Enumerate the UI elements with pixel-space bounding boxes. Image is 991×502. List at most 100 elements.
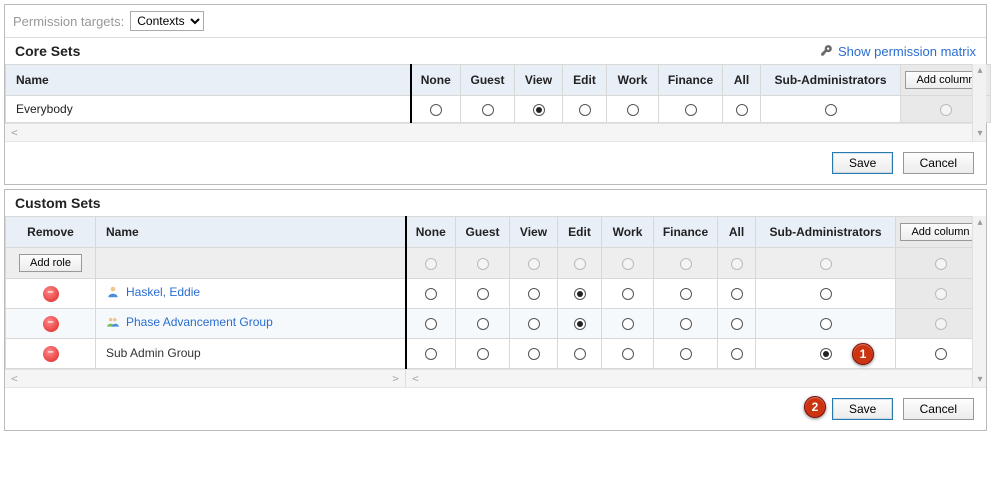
entity-link[interactable]: Haskel, Eddie xyxy=(106,285,200,299)
column-header-edit: Edit xyxy=(558,217,602,248)
radio-finance[interactable] xyxy=(680,288,692,300)
permission-targets-bar: Permission targets: Contexts xyxy=(5,5,986,38)
nav-left-icon: < xyxy=(11,372,18,385)
column-header-guest: Guest xyxy=(456,217,510,248)
radio-work[interactable] xyxy=(622,288,634,300)
radio-none[interactable] xyxy=(430,104,442,116)
column-header-name: Name xyxy=(96,217,406,248)
radio xyxy=(425,258,437,270)
core-save-button[interactable]: Save xyxy=(832,152,893,174)
custom-panel: Custom Sets ▴ ▾ Remove Name None Guest V… xyxy=(4,189,987,431)
custom-save-button[interactable]: Save xyxy=(832,398,893,420)
radio-all[interactable] xyxy=(731,318,743,330)
user-icon xyxy=(106,285,120,299)
core-row-name: Everybody xyxy=(6,96,411,123)
column-header-none: None xyxy=(411,65,461,96)
radio-sub[interactable] xyxy=(825,104,837,116)
radio-guest[interactable] xyxy=(477,318,489,330)
custom-button-row: 2 Save Cancel xyxy=(5,387,986,430)
core-grid: ▴ ▾ Name None Guest View Edit Work Finan… xyxy=(5,64,986,141)
remove-icon[interactable] xyxy=(43,286,59,302)
core-horizontal-nav[interactable]: < > xyxy=(5,123,986,141)
column-header-finance: Finance xyxy=(659,65,723,96)
core-button-row: Save Cancel xyxy=(5,141,986,184)
column-header-view: View xyxy=(515,65,563,96)
core-cancel-button[interactable]: Cancel xyxy=(903,152,974,174)
column-header-work: Work xyxy=(602,217,654,248)
radio-sub[interactable] xyxy=(820,348,832,360)
custom-sets-title: Custom Sets xyxy=(15,195,101,211)
column-header-all: All xyxy=(718,217,756,248)
radio xyxy=(820,258,832,270)
radio-guest[interactable] xyxy=(482,104,494,116)
scroll-up-icon: ▴ xyxy=(975,66,985,76)
scroll-down-icon: ▾ xyxy=(975,129,985,139)
radio xyxy=(731,258,743,270)
callout-badge-2: 2 xyxy=(804,396,826,418)
scroll-up-icon: ▴ xyxy=(975,218,985,228)
radio xyxy=(477,258,489,270)
add-role-button[interactable]: Add role xyxy=(19,254,82,272)
radio-work[interactable] xyxy=(622,318,634,330)
core-row-everybody: Everybody xyxy=(6,96,991,123)
radio-extra xyxy=(940,104,952,116)
radio-view[interactable] xyxy=(533,104,545,116)
radio-guest[interactable] xyxy=(477,348,489,360)
custom-grid: ▴ ▾ Remove Name None Guest View Edit Wor… xyxy=(5,216,986,387)
column-header-sub: Sub-Administrators xyxy=(761,65,901,96)
column-header-view: View xyxy=(510,217,558,248)
column-header-guest: Guest xyxy=(461,65,515,96)
radio-edit[interactable] xyxy=(574,348,586,360)
radio-view[interactable] xyxy=(528,288,540,300)
custom-row: Haskel, Eddie xyxy=(6,279,986,309)
column-header-all: All xyxy=(723,65,761,96)
custom-row: Phase Advancement Group xyxy=(6,309,986,339)
column-header-name: Name xyxy=(6,65,411,96)
radio-guest[interactable] xyxy=(477,288,489,300)
add-column-button[interactable]: Add column xyxy=(900,223,980,241)
radio-view[interactable] xyxy=(528,318,540,330)
radio-finance[interactable] xyxy=(680,318,692,330)
core-scrollbar[interactable]: ▴ ▾ xyxy=(972,64,986,141)
column-header-edit: Edit xyxy=(563,65,607,96)
show-permission-matrix-link[interactable]: Show permission matrix xyxy=(820,44,976,59)
radio-sub[interactable] xyxy=(820,318,832,330)
radio-finance[interactable] xyxy=(685,104,697,116)
core-sets-title: Core Sets xyxy=(15,43,80,59)
custom-horizontal-nav[interactable]: < > < > xyxy=(5,369,986,387)
radio-edit[interactable] xyxy=(579,104,591,116)
radio-work[interactable] xyxy=(627,104,639,116)
nav-left-icon: < xyxy=(11,126,18,139)
column-header-remove: Remove xyxy=(6,217,96,248)
core-sets-header: Core Sets Show permission matrix xyxy=(5,38,986,64)
radio xyxy=(935,258,947,270)
scroll-down-icon: ▾ xyxy=(975,375,985,385)
remove-icon[interactable] xyxy=(43,346,59,362)
radio xyxy=(622,258,634,270)
radio-none[interactable] xyxy=(425,288,437,300)
radio-none[interactable] xyxy=(425,348,437,360)
radio-edit[interactable] xyxy=(574,318,586,330)
radio-none[interactable] xyxy=(425,318,437,330)
radio-extra[interactable] xyxy=(935,348,947,360)
radio-all[interactable] xyxy=(736,104,748,116)
radio-finance[interactable] xyxy=(680,348,692,360)
radio-view[interactable] xyxy=(528,348,540,360)
nav-right-icon: > xyxy=(392,372,399,385)
radio-work[interactable] xyxy=(622,348,634,360)
column-header-work: Work xyxy=(607,65,659,96)
permission-targets-select[interactable]: Contexts xyxy=(130,11,204,31)
radio-all[interactable] xyxy=(731,348,743,360)
radio xyxy=(680,258,692,270)
custom-scrollbar[interactable]: ▴ ▾ xyxy=(972,216,986,387)
radio-edit[interactable] xyxy=(574,288,586,300)
column-header-none: None xyxy=(406,217,456,248)
remove-icon[interactable] xyxy=(43,316,59,332)
entity-link[interactable]: Phase Advancement Group xyxy=(106,315,273,329)
custom-cancel-button[interactable]: Cancel xyxy=(903,398,974,420)
custom-row: Sub Admin Group 1 xyxy=(6,339,986,369)
radio-all[interactable] xyxy=(731,288,743,300)
radio-sub[interactable] xyxy=(820,288,832,300)
callout-badge-1: 1 xyxy=(852,343,874,365)
add-role-row: Add role xyxy=(6,248,986,279)
